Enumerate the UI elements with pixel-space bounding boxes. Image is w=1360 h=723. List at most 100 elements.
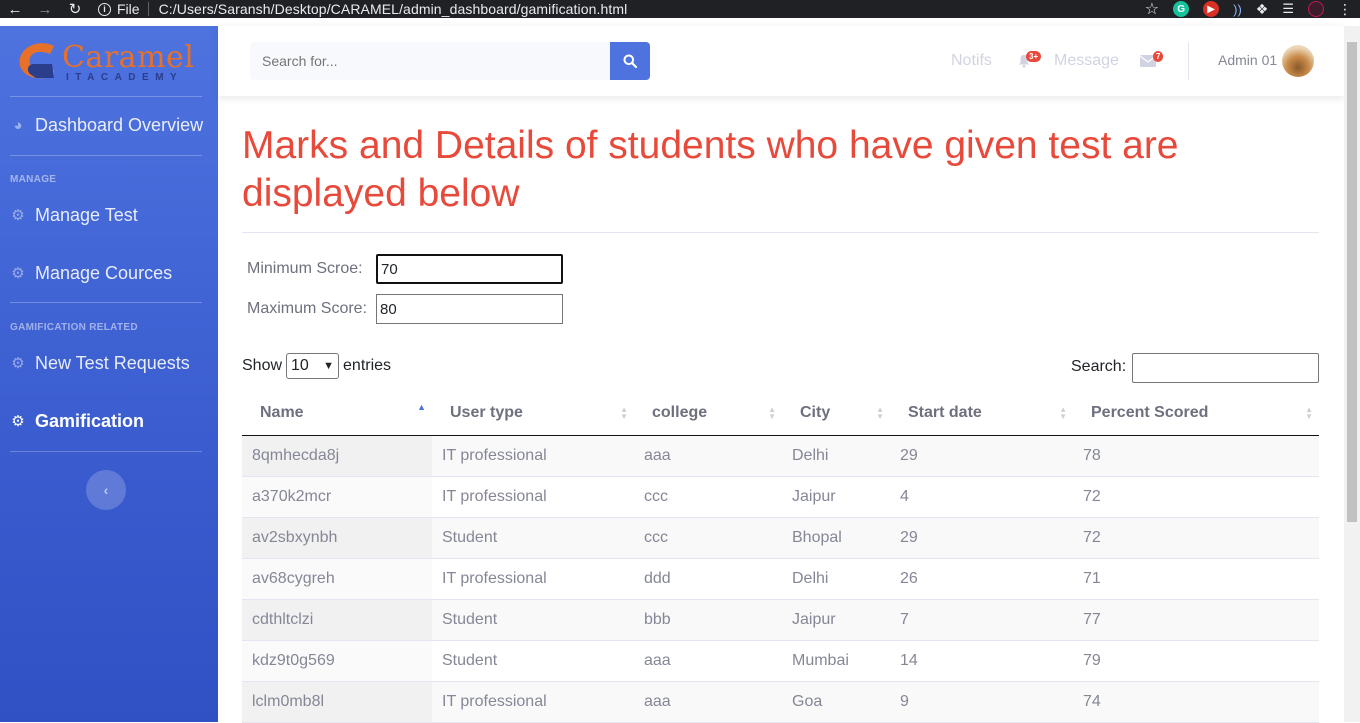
gear-icon: ⚙ bbox=[11, 354, 25, 372]
max-score-input[interactable] bbox=[376, 294, 563, 324]
cell-city: Goa bbox=[782, 681, 890, 723]
column-label: Name bbox=[260, 404, 304, 422]
info-icon: i bbox=[98, 2, 111, 16]
search-input[interactable] bbox=[250, 42, 610, 80]
table-header-row: Name ▲ User type ▲ ▼ college ▲ ▼ City ▲ ▼ Start… bbox=[242, 392, 1319, 436]
cell-name: 8qmhecda8j bbox=[242, 435, 432, 477]
column-header-start-date[interactable]: Start date ▲ ▼ bbox=[890, 392, 1073, 436]
cell-user-type: IT professional bbox=[432, 476, 634, 518]
record-extension-icon[interactable]: ▶ bbox=[1203, 1, 1220, 17]
min-score-input[interactable] bbox=[376, 254, 563, 284]
puzzle-icon[interactable]: ❖ bbox=[1256, 1, 1269, 18]
playlist-icon[interactable]: ☰ bbox=[1282, 1, 1294, 17]
table-row[interactable]: 8qmhecda8j IT professional aaa Delhi 29 … bbox=[242, 435, 1319, 477]
sidebar-item-manage-cources[interactable]: ⚙ Manage Cources bbox=[10, 263, 210, 284]
column-label: User type bbox=[450, 404, 523, 422]
cell-start-date: 7 bbox=[890, 599, 1073, 641]
url-separator bbox=[147, 2, 149, 16]
cell-user-type: Student bbox=[432, 599, 634, 641]
cell-start-date: 29 bbox=[890, 435, 1073, 477]
cell-user-type: IT professional bbox=[432, 435, 634, 477]
column-header-percent-scored[interactable]: Percent Scored ▲ ▼ bbox=[1073, 392, 1319, 436]
site-info[interactable]: i File bbox=[98, 1, 140, 17]
topbar: Notifs 3+ Message 7 Admin 01 bbox=[218, 26, 1344, 96]
table-row[interactable]: av2sbxynbh Student ccc Bhopal 29 72 bbox=[242, 517, 1319, 559]
entries-length-control: Show 10 ▼ entries bbox=[242, 353, 391, 379]
chrome-menu-icon[interactable]: ⋮ bbox=[1338, 1, 1352, 18]
back-arrow-icon[interactable]: ← bbox=[0, 1, 30, 18]
table-row[interactable]: a370k2mcr IT professional ccc Jaipur 4 7… bbox=[242, 476, 1319, 518]
column-header-college[interactable]: college ▲ ▼ bbox=[634, 392, 782, 436]
message-badge: 7 bbox=[1153, 51, 1164, 62]
sidebar-divider bbox=[10, 451, 202, 452]
cell-start-date: 4 bbox=[890, 476, 1073, 518]
sidebar-heading-gamification: GAMIFICATION RELATED bbox=[10, 322, 138, 333]
cell-college: aaa bbox=[634, 681, 782, 723]
sidebar-item-gamification[interactable]: ⚙ Gamification bbox=[10, 411, 210, 432]
cell-user-type: Student bbox=[432, 640, 634, 682]
cell-user-type: IT professional bbox=[432, 681, 634, 723]
brand-logo[interactable]: Caramel ITACADEMY bbox=[10, 38, 200, 88]
sort-icon: ▲ ▼ bbox=[620, 405, 628, 421]
table-row[interactable]: cdthltclzi Student bbb Jaipur 7 77 bbox=[242, 599, 1319, 641]
forward-arrow-icon[interactable]: → bbox=[30, 1, 60, 18]
column-header-user-type[interactable]: User type ▲ ▼ bbox=[432, 392, 634, 436]
topbar-divider bbox=[1188, 42, 1189, 80]
cell-city: Delhi bbox=[782, 435, 890, 477]
gear-icon: ⚙ bbox=[11, 412, 25, 430]
table-row[interactable]: av68cygreh IT professional ddd Delhi 26 … bbox=[242, 558, 1319, 600]
tachometer-icon: ◕ bbox=[13, 116, 23, 134]
browser-toolbar: ← → ↻ i File C:/Users/Saransh/Desktop/CA… bbox=[0, 0, 1360, 18]
column-label: Start date bbox=[908, 404, 982, 422]
brand-name: Caramel bbox=[62, 40, 195, 75]
gear-icon: ⚙ bbox=[11, 264, 25, 282]
cell-college: bbb bbox=[634, 599, 782, 641]
notifs-badge: 3+ bbox=[1026, 51, 1042, 62]
column-label: college bbox=[652, 404, 708, 422]
cell-name: a370k2mcr bbox=[242, 476, 432, 518]
entries-select[interactable]: 10 ▼ bbox=[286, 353, 340, 379]
cell-name: kdz9t0g569 bbox=[242, 640, 432, 682]
min-score-label: Minimum Scroe: bbox=[247, 260, 363, 277]
wifi-extension-icon[interactable]: )) bbox=[1233, 2, 1242, 17]
search-button[interactable] bbox=[610, 42, 650, 80]
cell-name: lclm0mb8l bbox=[242, 681, 432, 723]
notifs-link[interactable]: Notifs bbox=[951, 52, 992, 70]
avatar[interactable] bbox=[1282, 45, 1314, 77]
cell-city: Mumbai bbox=[782, 640, 890, 682]
cell-city: Delhi bbox=[782, 558, 890, 600]
page-title: Marks and Details of students who have g… bbox=[242, 124, 1179, 215]
table-row[interactable]: kdz9t0g569 Student aaa Mumbai 14 79 bbox=[242, 640, 1319, 682]
sidebar-item-new-test-requests[interactable]: ⚙ New Test Requests bbox=[10, 353, 210, 374]
browser-extensions: ☆ G ▶ )) ❖ ☰ ⋮ bbox=[1145, 0, 1352, 19]
column-header-name[interactable]: Name ▲ bbox=[242, 392, 432, 436]
cell-college: ccc bbox=[634, 517, 782, 559]
column-header-city[interactable]: City ▲ ▼ bbox=[782, 392, 890, 436]
sidebar-toggle-button[interactable]: ‹ bbox=[86, 470, 126, 510]
table-search-input[interactable] bbox=[1132, 353, 1319, 383]
cell-user-type: Student bbox=[432, 517, 634, 559]
cell-percent-scored: 79 bbox=[1073, 640, 1319, 682]
file-label: File bbox=[117, 1, 140, 17]
sidebar-item-dashboard-overview[interactable]: ◕ Dashboard Overview bbox=[10, 115, 210, 136]
reload-icon[interactable]: ↻ bbox=[60, 0, 90, 18]
message-link[interactable]: Message bbox=[1054, 52, 1119, 70]
sort-icon: ▲ ▼ bbox=[1059, 405, 1067, 421]
sidebar-item-label: New Test Requests bbox=[35, 353, 190, 373]
table-search-label: Search: bbox=[1071, 358, 1127, 375]
sidebar-item-manage-test[interactable]: ⚙ Manage Test bbox=[10, 205, 210, 226]
cell-college: aaa bbox=[634, 640, 782, 682]
cell-name: av2sbxynbh bbox=[242, 517, 432, 559]
cell-city: Bhopal bbox=[782, 517, 890, 559]
sort-asc-icon: ▲ bbox=[417, 402, 426, 412]
admin-name[interactable]: Admin 01 bbox=[1218, 52, 1277, 68]
caramel-logo-icon bbox=[19, 43, 54, 79]
table-row[interactable]: lclm0mb8l IT professional aaa Goa 9 74 bbox=[242, 681, 1319, 723]
grammarly-icon[interactable]: G bbox=[1173, 1, 1190, 17]
bookmark-star-icon[interactable]: ☆ bbox=[1145, 0, 1159, 19]
search-icon bbox=[623, 54, 637, 68]
page-scrollbar-thumb[interactable] bbox=[1347, 42, 1357, 522]
address-bar[interactable]: C:/Users/Saransh/Desktop/CARAMEL/admin_d… bbox=[159, 1, 628, 17]
show-label: Show bbox=[242, 357, 283, 374]
profile-avatar-icon[interactable] bbox=[1308, 1, 1324, 17]
